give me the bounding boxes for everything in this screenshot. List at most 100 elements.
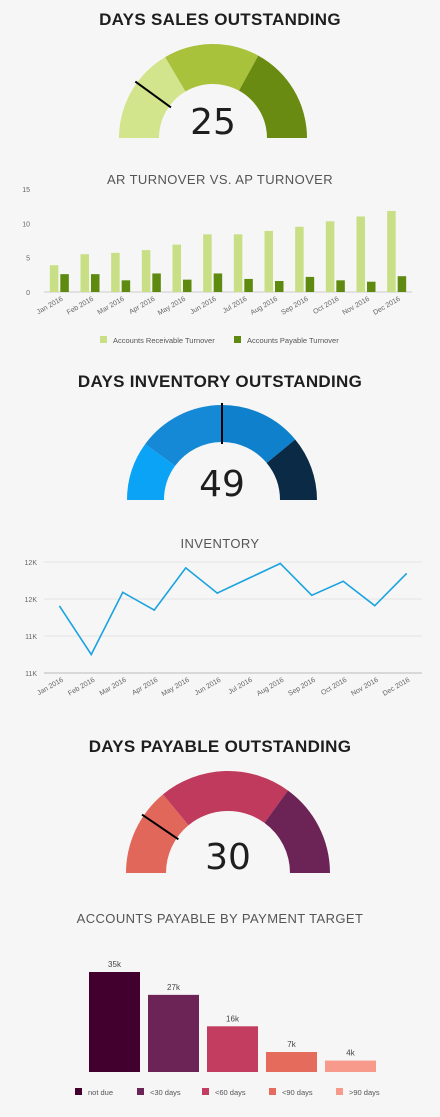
data-point [58, 605, 61, 608]
data-point [310, 594, 313, 597]
inventory-title: INVENTORY [180, 536, 260, 551]
bar [325, 221, 335, 292]
x-tick-label: Sep 2016 [280, 296, 310, 317]
gauge-value: 25 [190, 102, 236, 143]
bar [264, 230, 273, 292]
x-tick-label: May 2016 [157, 296, 187, 317]
x-tick-label: Jan 2016 [36, 296, 65, 317]
bar [89, 972, 140, 1072]
x-tick-label: Jun 2016 [194, 677, 223, 698]
x-tick-label: Dec 2016 [372, 296, 402, 317]
legend-label: Accounts Payable Turnover [247, 336, 339, 345]
y-tick-label: 5 [26, 256, 30, 263]
x-tick-label: Feb 2016 [66, 296, 95, 317]
data-label: 7k [287, 1040, 296, 1049]
bar [367, 281, 376, 292]
legend-swatch [336, 1088, 343, 1095]
bar [172, 244, 181, 292]
x-tick-label: Aug 2016 [250, 296, 280, 317]
bar [111, 252, 120, 292]
bar [233, 234, 243, 292]
x-tick-label: Dec 2016 [382, 677, 412, 698]
legend-swatch [269, 1088, 276, 1095]
dio-gauge: 49 [127, 403, 317, 505]
y-tick-label: 10 [22, 221, 30, 228]
x-tick-label: Oct 2016 [320, 677, 348, 697]
data-point [279, 562, 282, 565]
data-point [405, 573, 408, 575]
bar [213, 273, 223, 292]
x-tick-label: Jul 2016 [222, 296, 249, 315]
y-tick-label: 12K [25, 597, 38, 604]
ar-ap-chart: 0 5 10 15 Jan 2016 Feb 2016 Mar 2016 Apr 2016 Ma… [22, 187, 412, 345]
data-point [342, 580, 345, 583]
dpo-title: DAYS PAYABLE OUTSTANDING [88, 737, 352, 756]
data-point [153, 609, 156, 611]
bar [244, 278, 253, 292]
bar [356, 216, 365, 292]
legend-label: >90 days [349, 1088, 380, 1097]
bar [60, 274, 69, 292]
dio-title: DAYS INVENTORY OUTSTANDING [77, 372, 363, 391]
data-point [121, 591, 124, 594]
x-tick-label: Nov 2016 [350, 677, 380, 698]
inventory-chart: 11K 11K 12K 12K Jan 2016 Feb 2016 Mar 2016 Apr … [25, 560, 422, 698]
legend-label: <90 days [282, 1088, 313, 1097]
bar [397, 276, 407, 292]
x-tick-label: Jan 2016 [36, 677, 65, 698]
bar [266, 1052, 317, 1072]
data-label: 4k [346, 1049, 355, 1058]
y-tick-label: 11K [25, 634, 37, 641]
data-point [216, 592, 219, 594]
dso-gauge: 25 [119, 44, 307, 143]
x-tick-label: Nov 2016 [342, 296, 372, 317]
bar [152, 273, 161, 292]
x-tick-label: Oct 2016 [312, 296, 340, 316]
bar [207, 1026, 258, 1072]
x-tick-label: Mar 2016 [99, 677, 128, 698]
legend-label: not due [88, 1088, 113, 1097]
bar [183, 279, 192, 292]
legend-swatch [137, 1088, 144, 1095]
dpo-gauge: 30 [126, 771, 330, 878]
y-tick-label: 15 [22, 187, 30, 194]
data-label: 16k [226, 1014, 240, 1023]
bar [80, 254, 89, 292]
gauge-value: 49 [199, 464, 245, 505]
data-label: 35k [108, 960, 122, 969]
data-point [373, 604, 376, 607]
dso-title: DAYS SALES OUTSTANDING [99, 10, 341, 29]
x-tick-label: Jun 2016 [189, 296, 218, 317]
bar [336, 280, 345, 292]
legend-swatch [100, 336, 107, 343]
bar [203, 234, 212, 292]
x-tick-label: May 2016 [161, 677, 191, 698]
legend-label: <60 days [215, 1088, 246, 1097]
legend-label: Accounts Receivable Turnover [113, 336, 215, 345]
bar [305, 276, 315, 292]
x-tick-label: Mar 2016 [97, 296, 126, 317]
x-tick-label: Aug 2016 [256, 677, 286, 698]
x-tick-label: Sep 2016 [287, 677, 317, 698]
bar [295, 226, 304, 292]
bar [325, 1060, 376, 1072]
data-point [90, 653, 93, 656]
bar [49, 265, 59, 292]
legend-swatch [234, 336, 241, 343]
legend-swatch [202, 1088, 209, 1095]
ap-target-title: ACCOUNTS PAYABLE BY PAYMENT TARGET [76, 911, 364, 926]
data-label: 27k [167, 983, 181, 992]
bar [91, 274, 100, 292]
y-tick-label: 12K [25, 560, 38, 567]
bar [275, 281, 284, 292]
inventory-line [59, 562, 407, 657]
data-point [184, 567, 187, 569]
ap-target-chart: 35k 27k 16k 7k 4k not due <30 days <60 days <90 … [75, 960, 380, 1097]
y-tick-label: 11K [25, 671, 37, 678]
x-tick-label: Apr 2016 [128, 296, 156, 316]
bar [148, 994, 199, 1072]
legend-swatch [75, 1088, 82, 1095]
x-tick-label: Jul 2016 [227, 677, 254, 696]
bar [141, 250, 151, 292]
bar [121, 280, 131, 292]
